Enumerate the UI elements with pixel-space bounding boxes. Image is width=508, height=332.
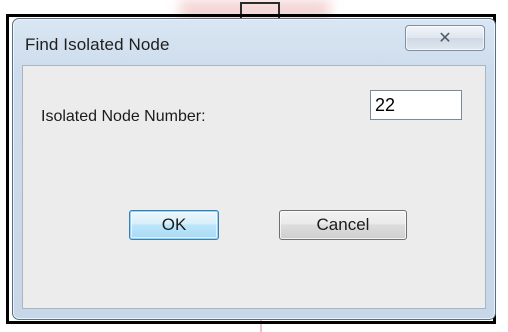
close-button[interactable]: ✕ [405, 25, 485, 51]
isolated-node-number-input[interactable] [370, 90, 462, 120]
ok-button[interactable]: OK [129, 210, 219, 240]
cancel-button[interactable]: Cancel [279, 210, 407, 240]
title-bar[interactable]: Find Isolated Node ✕ [13, 19, 495, 65]
isolated-node-number-label: Isolated Node Number: [41, 108, 206, 125]
window-title: Find Isolated Node [25, 35, 170, 54]
dialog-body: Isolated Node Number: OK Cancel [22, 65, 486, 309]
find-isolated-node-dialog: Find Isolated Node ✕ Isolated Node Numbe… [12, 18, 496, 320]
close-icon: ✕ [438, 28, 452, 47]
screen: Find Isolated Node ✕ Isolated Node Numbe… [0, 0, 508, 332]
